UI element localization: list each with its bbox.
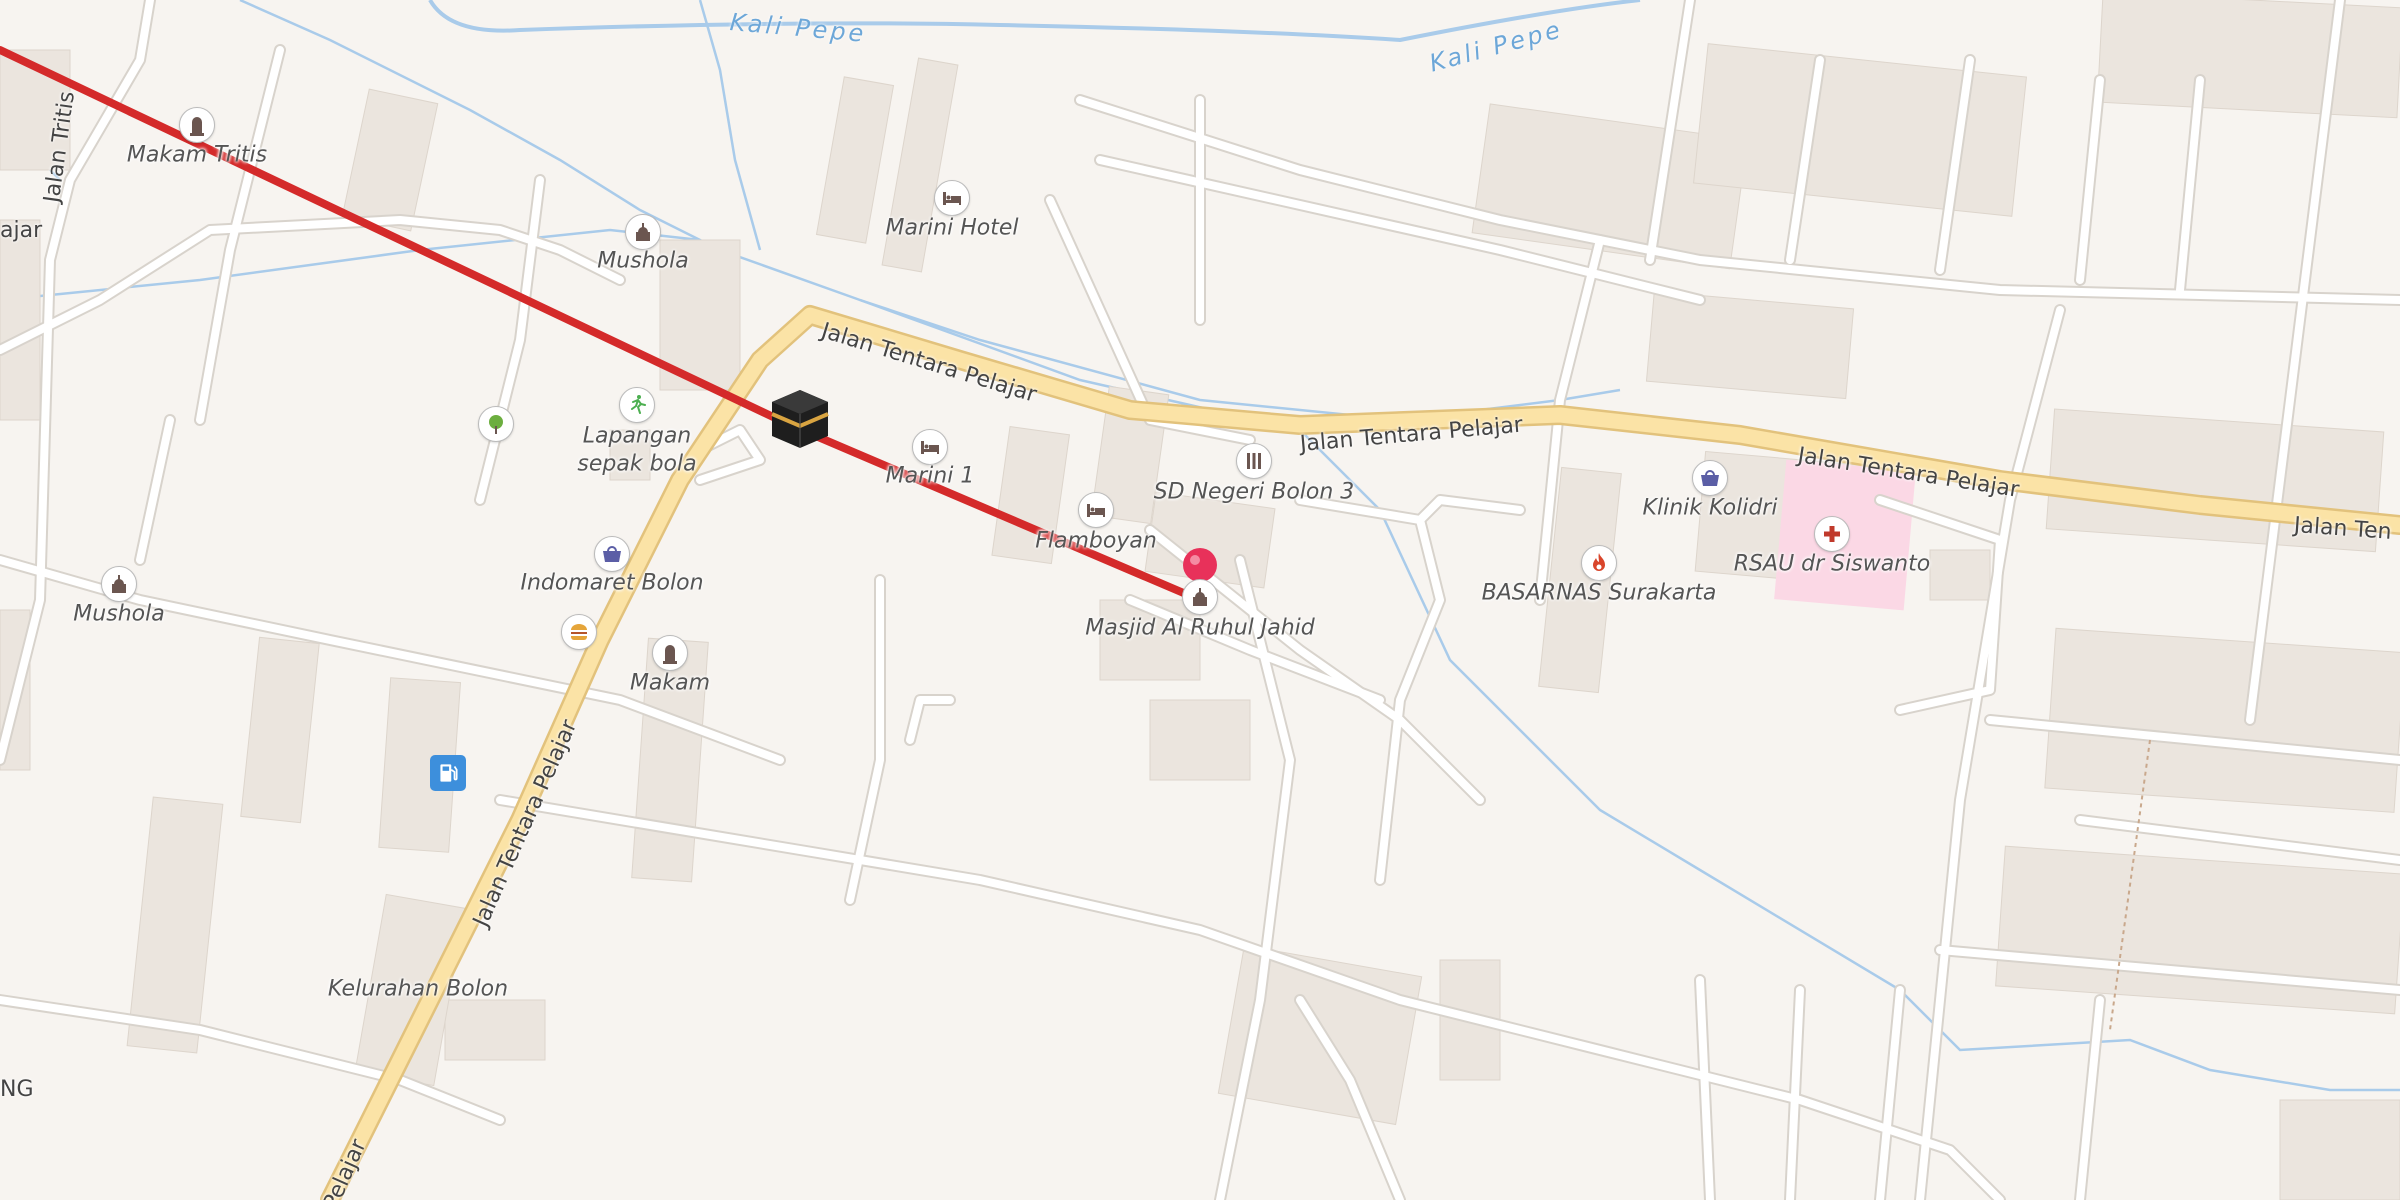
burger-icon[interactable] xyxy=(561,614,597,650)
shop-basket-icon[interactable] xyxy=(1692,460,1728,496)
place-label-marini-hotel: Marini Hotel xyxy=(885,215,1019,241)
cemetery-icon[interactable] xyxy=(179,107,215,143)
mosque-icon[interactable] xyxy=(625,214,661,250)
soccer-icon[interactable] xyxy=(619,387,655,423)
road-label-left-partial: ajar xyxy=(0,218,43,243)
school-icon[interactable] xyxy=(1236,443,1272,479)
mosque-icon[interactable] xyxy=(1182,579,1218,615)
place-label-basarnas: BASARNAS Surakarta xyxy=(1481,580,1717,606)
fuel-icon[interactable] xyxy=(430,755,466,791)
place-label-mushola-2: Mushola xyxy=(73,601,165,627)
road-label-edge-ng: NG xyxy=(0,1077,34,1102)
place-label-makam-tritis: Makam Tritis xyxy=(126,142,268,168)
place-label-marini-1: Marini 1 xyxy=(885,463,975,489)
map-view[interactable]: Jalan Tentara Pelajar Jalan Tentara Pela… xyxy=(0,0,2400,1200)
place-label-rsau: RSAU dr Siswanto xyxy=(1733,551,1931,577)
place-label-mushola-1: Mushola xyxy=(597,248,689,274)
kaaba-icon xyxy=(771,390,829,448)
hotel-icon[interactable] xyxy=(912,429,948,465)
cemetery-icon[interactable] xyxy=(652,635,688,671)
fire-station-icon[interactable] xyxy=(1581,545,1617,581)
place-label-makam: Makam xyxy=(629,670,711,696)
place-label-masjid: Masjid Al Ruhul Jahid xyxy=(1085,615,1315,641)
place-label-flamboyan: Flamboyan xyxy=(1035,528,1157,554)
place-label-klinik: Klinik Kolidri xyxy=(1642,495,1778,521)
hospital-icon[interactable] xyxy=(1814,516,1850,552)
shop-basket-icon[interactable] xyxy=(594,536,630,572)
place-label-indomaret: Indomaret Bolon xyxy=(520,570,704,596)
mosque-icon[interactable] xyxy=(101,566,137,602)
tree-icon[interactable] xyxy=(478,406,514,442)
hotel-icon[interactable] xyxy=(934,180,970,216)
place-label-lapangan: Lapangan sepak bola xyxy=(577,423,697,477)
hotel-icon[interactable] xyxy=(1078,492,1114,528)
place-label-sd-negeri: SD Negeri Bolon 3 xyxy=(1153,479,1355,505)
place-label-kelurahan: Kelurahan Bolon xyxy=(327,976,509,1002)
